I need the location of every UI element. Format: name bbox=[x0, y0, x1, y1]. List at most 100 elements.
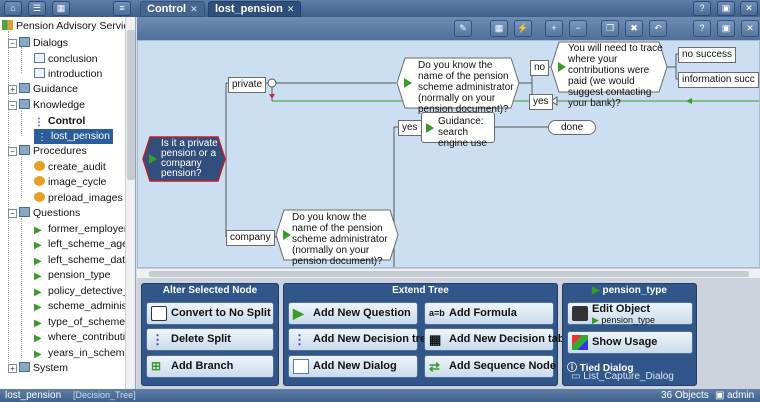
tree-question-item[interactable]: ▶ policy_detective_w bbox=[34, 284, 135, 299]
status-node: lost_pension bbox=[5, 390, 62, 401]
add-decision-table-button[interactable]: ▦ Add New Decision table bbox=[424, 328, 574, 351]
tree-system[interactable]: System bbox=[19, 361, 68, 376]
trace-question-node[interactable]: You will need to trace where your contri… bbox=[550, 41, 668, 109]
delete-icon[interactable]: ✖ bbox=[625, 20, 643, 37]
branch-yes-guidance[interactable]: yes bbox=[398, 120, 422, 136]
save-icon[interactable]: ▣ bbox=[717, 1, 735, 16]
table-icon[interactable]: ▦ bbox=[490, 20, 508, 37]
alter-node-title: Alter Selected Node bbox=[162, 285, 258, 296]
zoom-out-icon[interactable]: − bbox=[569, 20, 587, 37]
tree-questions[interactable]: Questions bbox=[19, 206, 80, 221]
collapse-icon[interactable]: − bbox=[8, 39, 17, 48]
tree-question-item[interactable]: ▶ left_scheme_age bbox=[34, 237, 128, 252]
grid-icon[interactable]: ▦ bbox=[52, 1, 70, 16]
knowledge-tree: Pension Advisory Service − Dialogs concl… bbox=[0, 17, 136, 389]
collapse-icon[interactable]: − bbox=[8, 101, 17, 110]
collapse-icon[interactable]: − bbox=[8, 147, 17, 156]
tree-dialogs[interactable]: Dialogs bbox=[19, 36, 68, 51]
tree-question-item[interactable]: ▶ type_of_scheme bbox=[34, 315, 125, 330]
branch-information-success[interactable]: information succ bbox=[678, 72, 759, 88]
close-icon[interactable]: ✕ bbox=[287, 4, 295, 14]
help-icon[interactable]: ? bbox=[693, 20, 711, 37]
tab-lost-pension[interactable]: lost_pension ✕ bbox=[208, 1, 302, 17]
tree-scrollbar[interactable] bbox=[125, 17, 135, 389]
branch-no[interactable]: no bbox=[530, 60, 550, 76]
expand-icon[interactable]: + bbox=[8, 364, 17, 373]
tied-dialog-link[interactable]: ▭ List_Capture_Dialog bbox=[571, 371, 674, 382]
run-icon[interactable]: ⚡ bbox=[514, 20, 532, 37]
close-window-icon[interactable]: ✕ bbox=[740, 1, 758, 16]
tree-preload-images[interactable]: preload_images bbox=[34, 191, 123, 206]
done-node[interactable]: done bbox=[548, 120, 597, 135]
tree-knowledge[interactable]: Knowledge bbox=[19, 98, 85, 113]
tree-create-audit[interactable]: create_audit bbox=[34, 160, 106, 175]
save-icon[interactable]: ▣ bbox=[717, 20, 735, 37]
zoom-in-icon[interactable]: + bbox=[545, 20, 563, 37]
tree-question-item[interactable]: ▶ years_in_scheme bbox=[34, 346, 130, 361]
add-decision-tree-button[interactable]: ⋮ Add New Decision tree bbox=[288, 328, 432, 351]
show-usage-button[interactable]: Show Usage bbox=[567, 331, 693, 354]
collapse-icon[interactable]: − bbox=[8, 209, 17, 218]
guidance-node[interactable]: Guidance: search engine use bbox=[421, 112, 495, 149]
decision-tree-canvas[interactable]: Is it a private pension or a company pen… bbox=[137, 40, 760, 268]
root-question-node[interactable]: Is it a private pension or a company pen… bbox=[142, 136, 226, 182]
add-dialog-button[interactable]: Add New Dialog bbox=[288, 355, 418, 378]
add-question-button[interactable]: ▶ Add New Question bbox=[288, 302, 418, 325]
branch-private[interactable]: private bbox=[228, 77, 267, 93]
branch-yes[interactable]: yes bbox=[529, 94, 553, 110]
tree-question-item[interactable]: ▶ scheme_administr bbox=[34, 299, 133, 314]
tree-root[interactable]: Pension Advisory Service bbox=[2, 19, 134, 34]
edit-object-button[interactable]: Edit Object ▶ pension_type bbox=[567, 302, 693, 325]
question-icon: ▶ bbox=[34, 349, 42, 360]
status-user: admin bbox=[727, 390, 755, 401]
root-question-text: Is it a private pension or a company pen… bbox=[161, 138, 218, 179]
copy-icon[interactable]: ❐ bbox=[601, 20, 619, 37]
guidance-text: Guidance: search engine use bbox=[438, 116, 487, 149]
tree-guidance[interactable]: Guidance bbox=[19, 82, 78, 97]
table-icon: ▦ bbox=[429, 332, 442, 347]
scroll-thumb[interactable] bbox=[149, 271, 749, 277]
question-icon: ▶ bbox=[293, 305, 304, 321]
scroll-thumb[interactable] bbox=[127, 30, 135, 180]
menu-icon[interactable]: ≡ bbox=[113, 1, 131, 16]
add-sequence-node-button[interactable]: ⇄ Add Sequence Node bbox=[424, 355, 556, 378]
convert-to-no-split-button[interactable]: Convert to No Split bbox=[146, 302, 274, 325]
tree-lost-pension[interactable]: ⋮ lost_pension bbox=[34, 129, 113, 144]
add-branch-button[interactable]: ⊞ Add Branch bbox=[146, 355, 274, 378]
tab-control[interactable]: Control ✕ bbox=[140, 1, 205, 17]
tree-question-item[interactable]: ▶ left_scheme_date bbox=[34, 253, 131, 268]
edit-icon[interactable]: ✎ bbox=[454, 20, 472, 37]
question-icon: ▶ bbox=[34, 333, 42, 344]
canvas-scrollbar[interactable] bbox=[137, 268, 760, 278]
tree-question-item[interactable]: ▶ where_contributio bbox=[34, 330, 131, 345]
branch-no-success[interactable]: no success bbox=[678, 47, 737, 63]
tree-question-item[interactable]: ▶ pension_type bbox=[34, 268, 110, 283]
admin-question-bottom[interactable]: Do you know the name of the pension sche… bbox=[275, 209, 399, 267]
add-formula-button[interactable]: a=b Add Formula bbox=[424, 302, 554, 325]
tree-control[interactable]: ⋮ Control bbox=[34, 114, 85, 129]
tree-introduction[interactable]: introduction bbox=[34, 67, 102, 82]
list-icon[interactable]: ☰ bbox=[28, 1, 46, 16]
dialog-icon: ▭ bbox=[571, 371, 584, 382]
tree-node-icon: ⋮ bbox=[34, 117, 44, 128]
expand-icon[interactable]: + bbox=[8, 85, 17, 94]
close-icon[interactable]: ✕ bbox=[190, 4, 198, 14]
close-icon[interactable]: ✕ bbox=[741, 20, 759, 37]
alter-node-panel: Alter Selected Node Convert to No Split … bbox=[141, 283, 279, 386]
branch-company[interactable]: company bbox=[226, 230, 275, 246]
status-bar: lost_pension [Decision_Tree] 36 Objects … bbox=[0, 389, 760, 402]
app-icon[interactable]: ⌂ bbox=[4, 1, 22, 16]
tree-question-item[interactable]: ▶ former_employer_ bbox=[34, 222, 133, 237]
undo-icon[interactable]: ↶ bbox=[649, 20, 667, 37]
dialog-icon bbox=[34, 68, 45, 78]
tree-image-cycle[interactable]: image_cycle bbox=[34, 175, 106, 190]
question-icon: ▶ bbox=[34, 271, 42, 282]
help-icon[interactable]: ? bbox=[693, 1, 711, 16]
delete-split-button[interactable]: ⋮ Delete Split bbox=[146, 328, 274, 351]
tree-conclusion[interactable]: conclusion bbox=[34, 52, 98, 67]
tree-procedures[interactable]: Procedures bbox=[19, 144, 87, 159]
action-panels: Alter Selected Node Convert to No Split … bbox=[137, 278, 760, 389]
admin-question-top[interactable]: Do you know the name of the pension sche… bbox=[396, 57, 520, 115]
folder-icon bbox=[19, 362, 30, 372]
folder-icon bbox=[19, 83, 30, 93]
